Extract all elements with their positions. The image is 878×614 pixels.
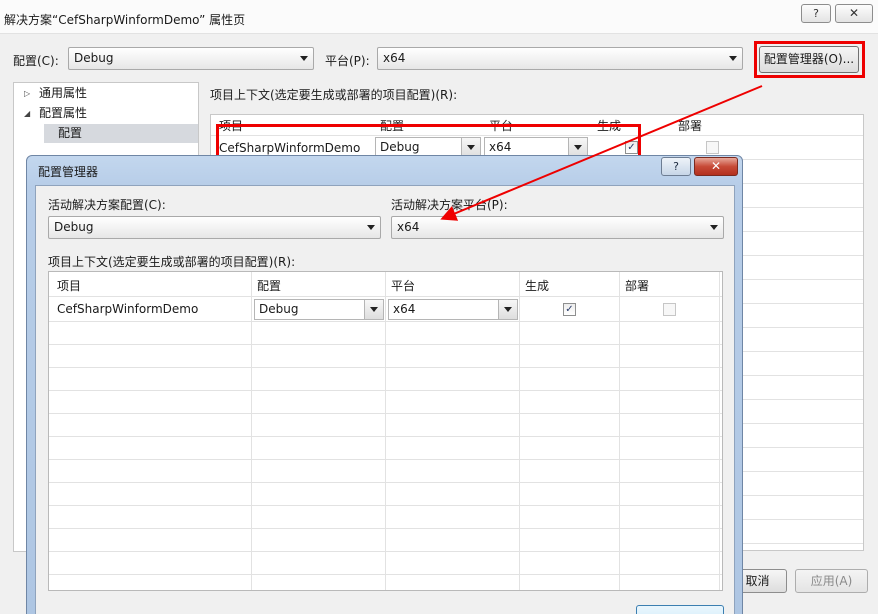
inner-help-button[interactable]: ? [661, 157, 691, 176]
inner-row-config-select[interactable]: Debug [254, 299, 384, 320]
highlight-box-button [754, 41, 865, 78]
inner-dialog-title: 配置管理器 [38, 165, 99, 179]
tree-item-configuration[interactable]: 配置 [44, 124, 198, 143]
grid-divider [49, 390, 722, 391]
active-platform-label: 活动解决方案平台(P): [391, 198, 508, 212]
inner-close-button[interactable]: ✕ [694, 157, 738, 176]
outer-close-button[interactable]: ✕ [835, 4, 873, 23]
grid-col-divider [719, 272, 720, 590]
grid-divider [49, 574, 722, 575]
tree-item-label: 配置 [58, 126, 83, 140]
grid-col-divider [385, 272, 386, 590]
inner-grid-header-build: 生成 [525, 279, 550, 293]
active-platform-select[interactable]: x64 [391, 216, 724, 239]
inner-row-deploy-checkbox [663, 303, 676, 316]
outer-project-context-label: 项目上下文(选定要生成或部署的项目配置)(R): [210, 88, 458, 102]
inner-row-project: CefSharpWinformDemo [57, 302, 199, 316]
platform-select[interactable]: x64 [377, 47, 743, 70]
grid-divider [49, 436, 722, 437]
outer-grid-header-deploy: 部署 [678, 119, 703, 133]
platform-select-value: x64 [383, 51, 406, 65]
grid-divider [49, 459, 722, 460]
inner-ok-button[interactable] [636, 605, 724, 614]
tree-item-configuration-properties[interactable]: ◢ 配置属性 [14, 104, 198, 123]
collapse-icon[interactable]: ◢ [24, 104, 30, 123]
active-platform-value: x64 [397, 220, 420, 234]
grid-divider [49, 344, 722, 345]
grid-divider [49, 367, 722, 368]
grid-divider [49, 296, 722, 297]
inner-grid-header-config: 配置 [257, 279, 282, 293]
chevron-down-icon[interactable] [498, 300, 517, 319]
config-select-value: Debug [74, 51, 114, 65]
config-select[interactable]: Debug [68, 47, 314, 70]
outer-window-title: 解决方案“CefSharpWinformDemo” 属性页 [4, 13, 246, 27]
tree-item-common-properties[interactable]: ▷ 通用属性 [14, 84, 198, 103]
tree-item-label: 配置属性 [39, 106, 88, 120]
grid-divider [49, 528, 722, 529]
chevron-down-icon [710, 225, 718, 230]
grid-col-divider [251, 272, 252, 590]
inner-row-config-value: Debug [259, 302, 299, 316]
grid-divider [49, 321, 722, 322]
grid-divider [49, 505, 722, 506]
outer-help-button[interactable]: ? [801, 4, 831, 23]
outer-title-bar: 解决方案“CefSharpWinformDemo” 属性页 ? ✕ [0, 0, 878, 34]
expand-icon[interactable]: ▷ [24, 84, 30, 103]
grid-divider [49, 482, 722, 483]
platform-label: 平台(P): [325, 54, 370, 68]
outer-row-deploy-checkbox [706, 141, 719, 154]
inner-grid-header-platform: 平台 [391, 279, 416, 293]
apply-button[interactable]: 应用(A) [795, 569, 868, 593]
inner-row-platform-value: x64 [393, 302, 416, 316]
grid-col-divider [519, 272, 520, 590]
grid-divider [49, 551, 722, 552]
inner-grid-header-deploy: 部署 [625, 279, 650, 293]
active-config-value: Debug [54, 220, 94, 234]
config-label: 配置(C): [13, 54, 59, 68]
active-config-label: 活动解决方案配置(C): [48, 198, 166, 212]
chevron-down-icon [367, 225, 375, 230]
inner-grid-header-project: 项目 [57, 279, 82, 293]
grid-col-divider [619, 272, 620, 590]
active-config-select[interactable]: Debug [48, 216, 381, 239]
tree-item-label: 通用属性 [39, 86, 88, 100]
chevron-down-icon[interactable] [364, 300, 383, 319]
highlight-box-project-row [216, 124, 641, 158]
inner-project-context-label: 项目上下文(选定要生成或部署的项目配置)(R): [48, 255, 296, 269]
grid-divider [49, 413, 722, 414]
inner-project-grid: 项目 配置 平台 生成 部署 CefSharpWinformDemo Debug… [48, 271, 723, 591]
inner-row-build-checkbox[interactable]: ✓ [563, 303, 576, 316]
chevron-down-icon [729, 56, 737, 61]
chevron-down-icon [300, 56, 308, 61]
inner-row-platform-select[interactable]: x64 [388, 299, 518, 320]
